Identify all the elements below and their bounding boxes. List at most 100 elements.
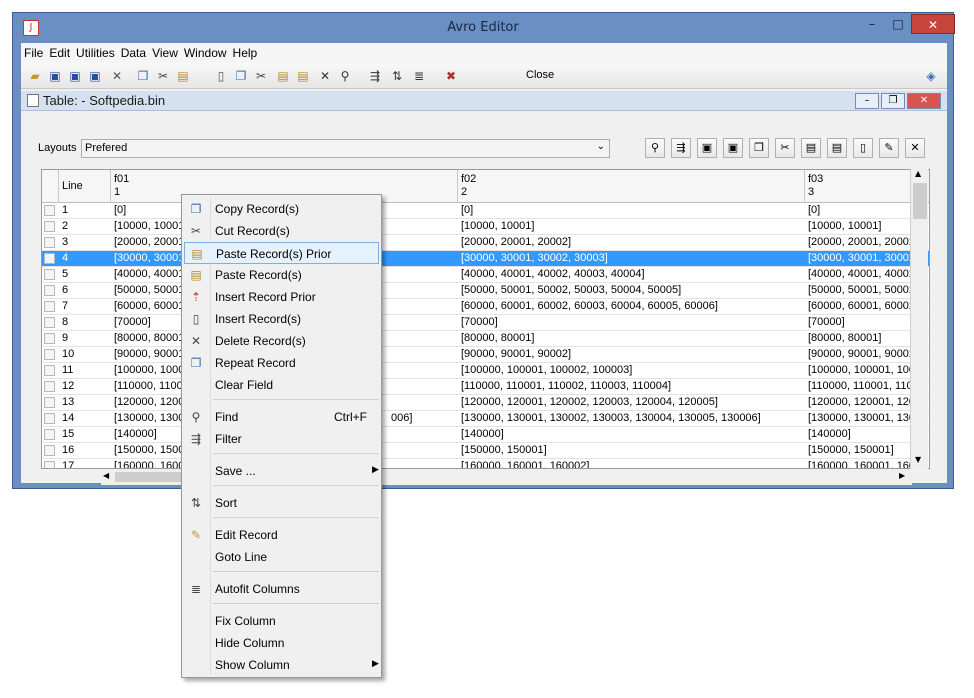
cell-f02[interactable]: [0]: [458, 203, 805, 219]
vertical-scrollbar[interactable]: ▲ ▼: [910, 169, 928, 469]
paste-prior-icon[interactable]: ▤: [295, 68, 311, 84]
scroll-left-icon[interactable]: ◀: [103, 471, 109, 480]
save-icon[interactable]: ▣: [697, 138, 717, 158]
table-row[interactable]: 12 [110000, 110001 [110000, 110001, 110002…: [42, 379, 929, 395]
close-icon[interactable]: ✕: [905, 138, 925, 158]
help-icon[interactable]: ◈: [923, 68, 939, 84]
new-record-icon[interactable]: ▯: [213, 68, 229, 84]
table-row[interactable]: 15 [140000] [140000] [140000]: [42, 427, 929, 443]
row-select-checkbox[interactable]: [44, 301, 55, 312]
cell-f02[interactable]: [40000, 40001, 40002, 40003, 40004]: [458, 267, 805, 283]
menu-item-show-column[interactable]: Show Column ▶: [184, 654, 379, 676]
cell-line[interactable]: 10: [59, 347, 111, 363]
paste-icon[interactable]: ▤: [175, 68, 191, 84]
scroll-up-icon[interactable]: ▲: [915, 169, 921, 178]
table-row[interactable]: 10 [90000, 90001, 9 [90000, 90001, 90002][…: [42, 347, 929, 363]
cell-f02[interactable]: [10000, 10001]: [458, 219, 805, 235]
table-row[interactable]: 13 [120000, 120001 [120000, 120001, 120002…: [42, 395, 929, 411]
find-icon[interactable]: ⚲: [645, 138, 665, 158]
cell-line[interactable]: 12: [59, 379, 111, 395]
cell-f02[interactable]: [20000, 20001, 20002]: [458, 235, 805, 251]
maximize-button[interactable]: □: [885, 14, 911, 34]
row-select-checkbox[interactable]: [44, 269, 55, 280]
cell-line[interactable]: 8: [59, 315, 111, 331]
row-select-checkbox[interactable]: [44, 253, 55, 264]
menu-help[interactable]: Help: [230, 43, 261, 60]
paste-prior-icon[interactable]: ▤: [827, 138, 847, 158]
cut-icon[interactable]: ✂: [155, 68, 171, 84]
row-select-checkbox[interactable]: [44, 461, 55, 468]
menu-window[interactable]: Window: [181, 43, 230, 60]
minimize-button[interactable]: –: [859, 14, 885, 34]
delete-icon[interactable]: ✕: [317, 68, 333, 84]
menu-item-fix-column[interactable]: Fix Column: [184, 610, 379, 632]
table-row[interactable]: 11 [100000, 100001 [100000, 100001, 100002…: [42, 363, 929, 379]
cell-line[interactable]: 7: [59, 299, 111, 315]
scroll-right-icon[interactable]: ▶: [899, 471, 905, 480]
row-select-checkbox[interactable]: [44, 237, 55, 248]
cell-f02[interactable]: [130000, 130001, 130002, 130003, 130004,…: [458, 411, 805, 427]
table-row[interactable]: 9 [80000, 80001] [80000, 80001] [80000, 800…: [42, 331, 929, 347]
vertical-scroll-thumb[interactable]: [913, 183, 927, 219]
menu-item-filter[interactable]: ⇶ Filter: [184, 428, 379, 450]
layouts-dropdown[interactable]: Prefered ⌄: [81, 139, 610, 158]
toolbar-close-button[interactable]: Close: [526, 69, 554, 81]
cell-f02[interactable]: [110000, 110001, 110002, 110003, 110004]: [458, 379, 805, 395]
cell-f02[interactable]: [120000, 120001, 120002, 120003, 120004,…: [458, 395, 805, 411]
save-icon[interactable]: ▣: [47, 68, 63, 84]
menu-item-copy-records[interactable]: ❐ Copy Record(s): [184, 198, 379, 220]
cell-f02[interactable]: [80000, 80001]: [458, 331, 805, 347]
row-select-checkbox[interactable]: [44, 333, 55, 344]
new-record-icon[interactable]: ▯: [853, 138, 873, 158]
copy-record-icon[interactable]: ❐: [233, 68, 249, 84]
row-select-checkbox[interactable]: [44, 381, 55, 392]
copy-icon[interactable]: ❐: [749, 138, 769, 158]
close-file-icon[interactable]: ✕: [109, 68, 125, 84]
cell-f02[interactable]: [90000, 90001, 90002]: [458, 347, 805, 363]
cell-line[interactable]: 15: [59, 427, 111, 443]
cell-f02[interactable]: [160000, 160001, 160002]: [458, 459, 805, 468]
row-select-checkbox[interactable]: [44, 205, 55, 216]
menu-item-sort[interactable]: ⇅ Sort: [184, 492, 379, 514]
table-row[interactable]: 2 [10000, 10001] [10000, 10001] [10000, 100…: [42, 219, 929, 235]
menu-item-delete-records[interactable]: ✕ Delete Record(s): [184, 330, 379, 352]
table-row[interactable]: 8 [70000] [70000] [70000]: [42, 315, 929, 331]
frame-minimize-button[interactable]: –: [855, 93, 879, 109]
filter-icon[interactable]: ⇶: [367, 68, 383, 84]
row-select-checkbox[interactable]: [44, 365, 55, 376]
menu-item-save[interactable]: Save ... ▶: [184, 460, 379, 482]
table-row[interactable]: 16 [150000, 150001 [150000, 150001] [150000…: [42, 443, 929, 459]
table-row[interactable]: 5 [40000, 40001, 4 [40000, 40001, 40002, 4…: [42, 267, 929, 283]
title-bar[interactable]: J Avro Editor – □ ✕: [13, 13, 955, 43]
table-row[interactable]: 1 [0] [0] [0]: [42, 203, 929, 219]
row-select-checkbox[interactable]: [44, 413, 55, 424]
row-select-checkbox[interactable]: [44, 317, 55, 328]
table-row[interactable]: 4 [30000, 30001, 3 [30000, 30001, 30002, 3…: [42, 251, 929, 267]
row-select-checkbox[interactable]: [44, 285, 55, 296]
cell-line[interactable]: 17: [59, 459, 111, 468]
menu-item-insert-record-prior[interactable]: ⇡ Insert Record Prior: [184, 286, 379, 308]
menu-item-clear-field[interactable]: Clear Field: [184, 374, 379, 396]
filter-icon[interactable]: ⇶: [671, 138, 691, 158]
menu-utilities[interactable]: Utilities: [73, 43, 118, 60]
column-header-f02[interactable]: f02 2: [458, 170, 805, 203]
copy-icon[interactable]: ❐: [135, 68, 151, 84]
menu-view[interactable]: View: [149, 43, 181, 60]
menu-item-paste-records-prior[interactable]: ▤ Paste Record(s) Prior: [184, 242, 379, 264]
frame-close-button[interactable]: ✕: [907, 93, 941, 109]
cell-line[interactable]: 9: [59, 331, 111, 347]
menu-item-goto-line[interactable]: Goto Line: [184, 546, 379, 568]
menu-item-cut-records[interactable]: ✂ Cut Record(s): [184, 220, 379, 242]
menu-item-repeat-record[interactable]: ❐ Repeat Record: [184, 352, 379, 374]
menu-file[interactable]: File: [21, 43, 46, 60]
save-as-icon[interactable]: ▣: [723, 138, 743, 158]
cell-line[interactable]: 16: [59, 443, 111, 459]
row-select-checkbox[interactable]: [44, 349, 55, 360]
cell-f02[interactable]: [100000, 100001, 100002, 100003]: [458, 363, 805, 379]
menu-item-find[interactable]: ⚲ Find Ctrl+F: [184, 406, 379, 428]
row-select-checkbox[interactable]: [44, 397, 55, 408]
save-as-icon[interactable]: ▣: [67, 68, 83, 84]
cut-record-icon[interactable]: ✂: [253, 68, 269, 84]
menu-item-insert-records[interactable]: ▯ Insert Record(s): [184, 308, 379, 330]
open-folder-icon[interactable]: ▰: [27, 68, 43, 84]
